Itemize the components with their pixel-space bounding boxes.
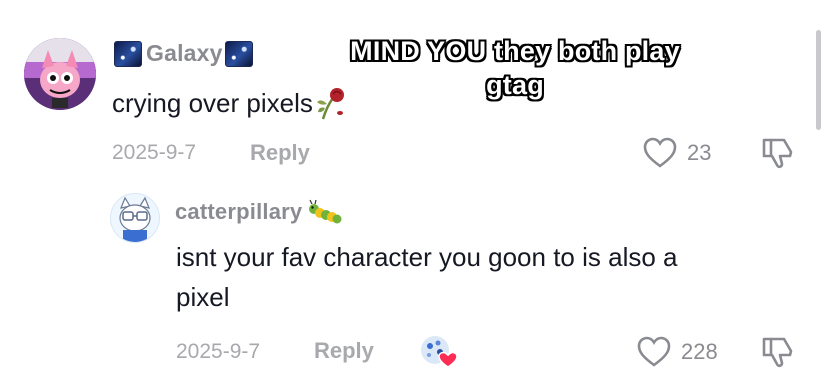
comment-reply-button[interactable]: Reply [250,140,310,166]
comment-text-content: crying over pixels [112,88,313,118]
reply-username[interactable]: catterpillary [175,199,342,225]
avatar[interactable] [24,38,96,110]
comment-date: 2025-9-7 [112,141,197,164]
comment-username-text: Galaxy [146,40,223,66]
reply-username-text: catterpillary [175,199,303,224]
comment-like-button[interactable]: 23 [643,137,711,169]
reply-text-line-1: isnt your fav character you goon to is a… [176,242,678,272]
overlay-caption-line-1: MIND YOU they both play [350,36,680,66]
pink-cartoon-avatar-icon [24,38,96,110]
reply-reply-button[interactable]: Reply [314,338,374,364]
thumbs-down-icon [762,138,793,169]
thumbs-down-icon [762,337,793,368]
scrollbar[interactable] [816,30,821,130]
comment-text: crying over pixels [112,84,349,122]
heart-outline-icon [637,336,671,367]
comment-username[interactable]: Galaxy [114,40,253,67]
reply-dislike-button[interactable] [760,335,796,374]
heart-outline-icon [643,137,677,168]
galaxy-emoji-icon [224,40,253,67]
creator-liked-badge [420,334,458,370]
reply-like-button[interactable]: 228 [637,336,718,368]
reply-avatar[interactable] [110,193,160,243]
wilted-rose-emoji-icon [316,88,344,120]
caterpillar-emoji-icon [309,199,342,224]
comment-dislike-button[interactable] [760,136,796,175]
overlay-caption-line-2: gtag [486,70,544,100]
reply-date: 2025-9-7 [176,340,261,363]
creator-liked-avatar-heart-icon [421,336,458,368]
overlay-caption: MIND YOU they both play gtag [330,34,700,102]
reply-like-count: 228 [681,339,718,364]
reply-text-line-2: pixel [176,282,230,312]
galaxy-emoji-icon [114,40,142,67]
cat-avatar-icon [111,194,159,242]
comment-like-count: 23 [687,140,712,165]
